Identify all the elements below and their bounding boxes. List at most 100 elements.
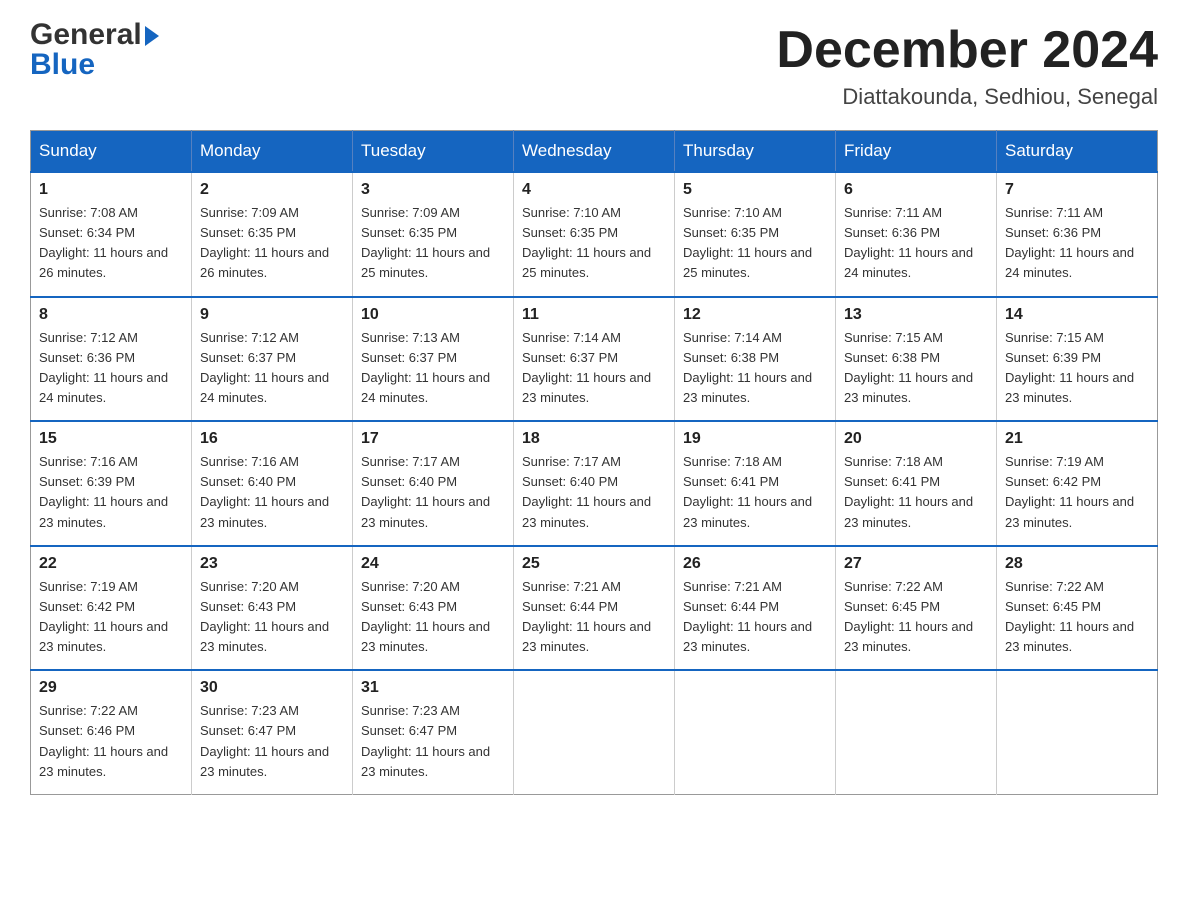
calendar-cell: 29 Sunrise: 7:22 AMSunset: 6:46 PMDayligh…: [31, 670, 192, 794]
calendar-cell: 4 Sunrise: 7:10 AMSunset: 6:35 PMDaylight…: [514, 172, 675, 297]
day-info: Sunrise: 7:14 AMSunset: 6:37 PMDaylight:…: [522, 328, 666, 409]
day-info: Sunrise: 7:12 AMSunset: 6:37 PMDaylight:…: [200, 328, 344, 409]
day-info: Sunrise: 7:16 AMSunset: 6:40 PMDaylight:…: [200, 452, 344, 533]
calendar-cell: 6 Sunrise: 7:11 AMSunset: 6:36 PMDaylight…: [836, 172, 997, 297]
day-number: 1: [39, 181, 183, 199]
day-number: 22: [39, 555, 183, 573]
calendar-week-row: 15Sunrise: 7:16 AMSunset: 6:39 PMDayligh…: [31, 421, 1158, 546]
day-info: Sunrise: 7:09 AMSunset: 6:35 PMDaylight:…: [361, 203, 505, 284]
calendar-cell: 13Sunrise: 7:15 AMSunset: 6:38 PMDayligh…: [836, 297, 997, 422]
day-number: 19: [683, 430, 827, 448]
title-section: December 2024 Diattakounda, Sedhiou, Sen…: [776, 20, 1158, 110]
calendar-cell: [836, 670, 997, 794]
calendar-cell: 25 Sunrise: 7:21 AMSunset: 6:44 PMDayligh…: [514, 546, 675, 671]
header-tuesday: Tuesday: [353, 131, 514, 173]
calendar-cell: 16 Sunrise: 7:16 AMSunset: 6:40 PMDayligh…: [192, 421, 353, 546]
calendar-cell: 18Sunrise: 7:17 AMSunset: 6:40 PMDayligh…: [514, 421, 675, 546]
day-info: Sunrise: 7:11 AMSunset: 6:36 PMDaylight:…: [844, 203, 988, 284]
day-info: Sunrise: 7:08 AMSunset: 6:34 PMDaylight:…: [39, 203, 183, 284]
day-number: 3: [361, 181, 505, 199]
logo-blue: Blue: [30, 48, 95, 82]
day-number: 4: [522, 181, 666, 199]
calendar-cell: 21 Sunrise: 7:19 AMSunset: 6:42 PMDayligh…: [997, 421, 1158, 546]
day-number: 5: [683, 181, 827, 199]
day-number: 27: [844, 555, 988, 573]
calendar-cell: 23 Sunrise: 7:20 AMSunset: 6:43 PMDayligh…: [192, 546, 353, 671]
day-info: Sunrise: 7:21 AMSunset: 6:44 PMDaylight:…: [522, 577, 666, 658]
header-monday: Monday: [192, 131, 353, 173]
day-number: 17: [361, 430, 505, 448]
calendar-cell: 30Sunrise: 7:23 AMSunset: 6:47 PMDayligh…: [192, 670, 353, 794]
calendar-week-row: 1 Sunrise: 7:08 AMSunset: 6:34 PMDaylight…: [31, 172, 1158, 297]
calendar-cell: [997, 670, 1158, 794]
calendar-week-row: 8 Sunrise: 7:12 AMSunset: 6:36 PMDaylight…: [31, 297, 1158, 422]
calendar-cell: 24 Sunrise: 7:20 AMSunset: 6:43 PMDayligh…: [353, 546, 514, 671]
calendar-cell: 20Sunrise: 7:18 AMSunset: 6:41 PMDayligh…: [836, 421, 997, 546]
logo-general: General: [30, 20, 142, 50]
header-thursday: Thursday: [675, 131, 836, 173]
day-number: 8: [39, 306, 183, 324]
day-info: Sunrise: 7:14 AMSunset: 6:38 PMDaylight:…: [683, 328, 827, 409]
calendar-cell: 14Sunrise: 7:15 AMSunset: 6:39 PMDayligh…: [997, 297, 1158, 422]
calendar-table: SundayMondayTuesdayWednesdayThursdayFrid…: [30, 130, 1158, 795]
calendar-cell: 8 Sunrise: 7:12 AMSunset: 6:36 PMDaylight…: [31, 297, 192, 422]
day-number: 24: [361, 555, 505, 573]
calendar-week-row: 22 Sunrise: 7:19 AMSunset: 6:42 PMDayligh…: [31, 546, 1158, 671]
day-number: 29: [39, 679, 183, 697]
day-info: Sunrise: 7:19 AMSunset: 6:42 PMDaylight:…: [39, 577, 183, 658]
calendar-cell: 12 Sunrise: 7:14 AMSunset: 6:38 PMDayligh…: [675, 297, 836, 422]
location-subtitle: Diattakounda, Sedhiou, Senegal: [776, 84, 1158, 110]
day-info: Sunrise: 7:11 AMSunset: 6:36 PMDaylight:…: [1005, 203, 1149, 284]
month-title: December 2024: [776, 20, 1158, 80]
day-info: Sunrise: 7:13 AMSunset: 6:37 PMDaylight:…: [361, 328, 505, 409]
day-info: Sunrise: 7:21 AMSunset: 6:44 PMDaylight:…: [683, 577, 827, 658]
header-wednesday: Wednesday: [514, 131, 675, 173]
day-number: 6: [844, 181, 988, 199]
day-info: Sunrise: 7:23 AMSunset: 6:47 PMDaylight:…: [200, 701, 344, 782]
day-number: 12: [683, 306, 827, 324]
calendar-cell: 15Sunrise: 7:16 AMSunset: 6:39 PMDayligh…: [31, 421, 192, 546]
day-info: Sunrise: 7:22 AMSunset: 6:46 PMDaylight:…: [39, 701, 183, 782]
day-number: 26: [683, 555, 827, 573]
day-info: Sunrise: 7:19 AMSunset: 6:42 PMDaylight:…: [1005, 452, 1149, 533]
day-info: Sunrise: 7:22 AMSunset: 6:45 PMDaylight:…: [1005, 577, 1149, 658]
day-info: Sunrise: 7:18 AMSunset: 6:41 PMDaylight:…: [683, 452, 827, 533]
day-info: Sunrise: 7:15 AMSunset: 6:39 PMDaylight:…: [1005, 328, 1149, 409]
calendar-cell: 11 Sunrise: 7:14 AMSunset: 6:37 PMDayligh…: [514, 297, 675, 422]
day-info: Sunrise: 7:17 AMSunset: 6:40 PMDaylight:…: [361, 452, 505, 533]
logo: General Blue: [30, 20, 159, 82]
calendar-cell: [514, 670, 675, 794]
calendar-cell: 10 Sunrise: 7:13 AMSunset: 6:37 PMDayligh…: [353, 297, 514, 422]
day-number: 21: [1005, 430, 1149, 448]
calendar-cell: 5 Sunrise: 7:10 AMSunset: 6:35 PMDaylight…: [675, 172, 836, 297]
day-number: 7: [1005, 181, 1149, 199]
header-friday: Friday: [836, 131, 997, 173]
calendar-cell: 19 Sunrise: 7:18 AMSunset: 6:41 PMDayligh…: [675, 421, 836, 546]
day-info: Sunrise: 7:10 AMSunset: 6:35 PMDaylight:…: [683, 203, 827, 284]
calendar-cell: 3 Sunrise: 7:09 AMSunset: 6:35 PMDaylight…: [353, 172, 514, 297]
day-number: 15: [39, 430, 183, 448]
day-number: 10: [361, 306, 505, 324]
day-number: 16: [200, 430, 344, 448]
day-info: Sunrise: 7:20 AMSunset: 6:43 PMDaylight:…: [200, 577, 344, 658]
day-info: Sunrise: 7:22 AMSunset: 6:45 PMDaylight:…: [844, 577, 988, 658]
day-info: Sunrise: 7:20 AMSunset: 6:43 PMDaylight:…: [361, 577, 505, 658]
day-number: 9: [200, 306, 344, 324]
day-info: Sunrise: 7:17 AMSunset: 6:40 PMDaylight:…: [522, 452, 666, 533]
day-number: 28: [1005, 555, 1149, 573]
day-number: 20: [844, 430, 988, 448]
day-number: 23: [200, 555, 344, 573]
day-number: 25: [522, 555, 666, 573]
calendar-cell: 27 Sunrise: 7:22 AMSunset: 6:45 PMDayligh…: [836, 546, 997, 671]
calendar-cell: 31Sunrise: 7:23 AMSunset: 6:47 PMDayligh…: [353, 670, 514, 794]
day-number: 11: [522, 306, 666, 324]
day-info: Sunrise: 7:15 AMSunset: 6:38 PMDaylight:…: [844, 328, 988, 409]
calendar-cell: 1 Sunrise: 7:08 AMSunset: 6:34 PMDaylight…: [31, 172, 192, 297]
day-info: Sunrise: 7:12 AMSunset: 6:36 PMDaylight:…: [39, 328, 183, 409]
header-sunday: Sunday: [31, 131, 192, 173]
day-info: Sunrise: 7:09 AMSunset: 6:35 PMDaylight:…: [200, 203, 344, 284]
day-number: 31: [361, 679, 505, 697]
day-info: Sunrise: 7:10 AMSunset: 6:35 PMDaylight:…: [522, 203, 666, 284]
calendar-cell: 7 Sunrise: 7:11 AMSunset: 6:36 PMDaylight…: [997, 172, 1158, 297]
calendar-cell: 28 Sunrise: 7:22 AMSunset: 6:45 PMDayligh…: [997, 546, 1158, 671]
